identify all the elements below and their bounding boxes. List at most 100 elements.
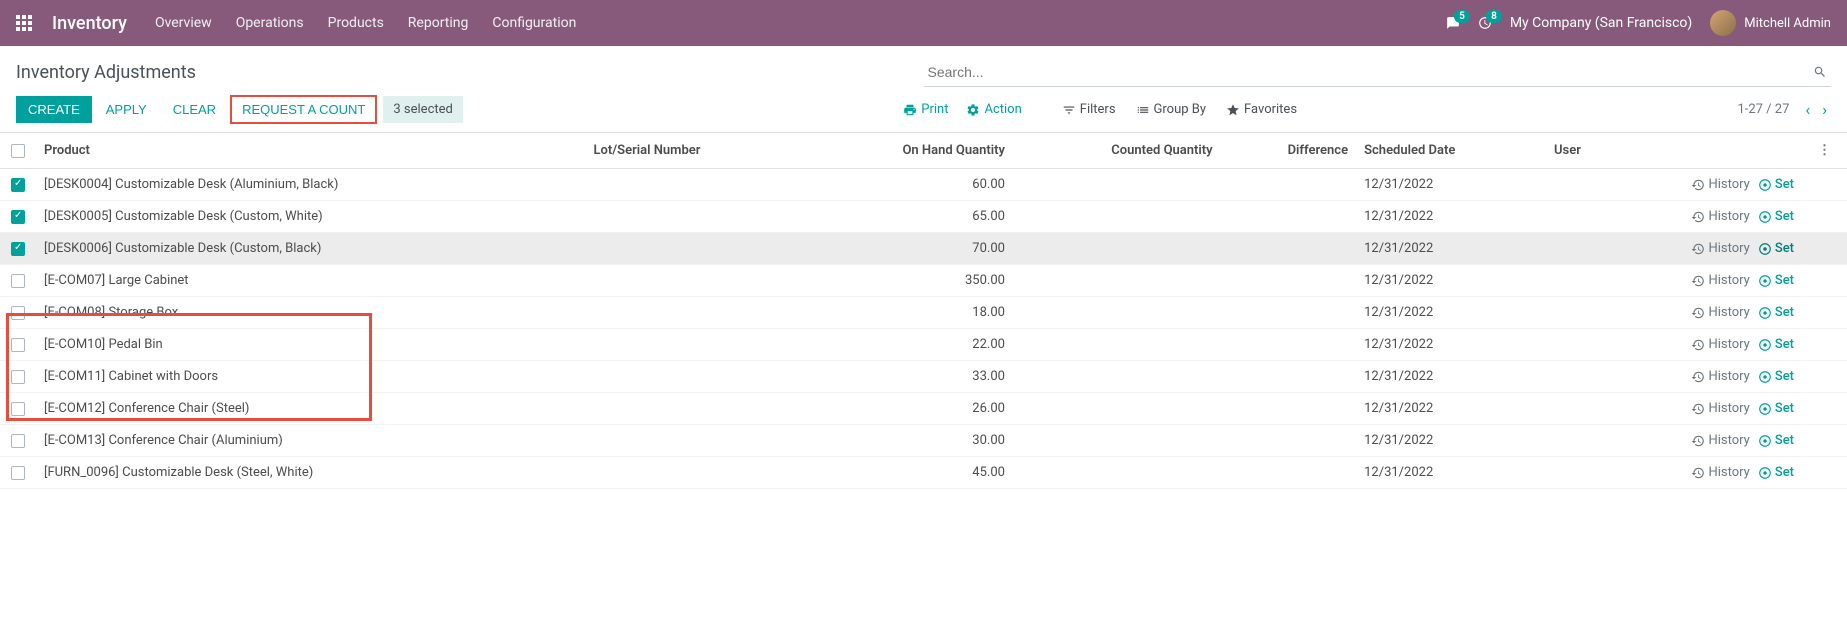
action-button[interactable]: Action — [966, 102, 1021, 117]
cell-product[interactable]: [E-COM10] Pedal Bin — [36, 329, 585, 361]
apps-icon[interactable] — [16, 15, 32, 31]
cell-user[interactable] — [1546, 393, 1622, 425]
row-checkbox[interactable] — [11, 210, 25, 224]
table-row[interactable]: [E-COM12] Conference Chair (Steel) 26.00… — [0, 393, 1847, 425]
cell-onhand[interactable]: 350.00 — [803, 265, 1013, 297]
cell-difference[interactable] — [1221, 297, 1356, 329]
groupby-button[interactable]: Group By — [1136, 102, 1207, 117]
cell-difference[interactable] — [1221, 425, 1356, 457]
header-onhand[interactable]: On Hand Quantity — [803, 133, 1013, 169]
cell-counted[interactable] — [1013, 233, 1221, 265]
cell-scheduled[interactable]: 12/31/2022 — [1356, 393, 1546, 425]
cell-product[interactable]: [DESK0004] Customizable Desk (Aluminium,… — [36, 169, 585, 201]
request-count-button[interactable]: REQUEST A COUNT — [230, 95, 377, 124]
cell-lot[interactable] — [585, 233, 803, 265]
set-button[interactable]: Set — [1758, 273, 1794, 288]
cell-product[interactable]: [E-COM11] Cabinet with Doors — [36, 361, 585, 393]
header-counted[interactable]: Counted Quantity — [1013, 133, 1221, 169]
cell-lot[interactable] — [585, 297, 803, 329]
row-checkbox[interactable] — [11, 466, 25, 480]
cell-counted[interactable] — [1013, 457, 1221, 489]
history-button[interactable]: History — [1691, 433, 1749, 448]
cell-user[interactable] — [1546, 201, 1622, 233]
cell-lot[interactable] — [585, 457, 803, 489]
cell-onhand[interactable]: 65.00 — [803, 201, 1013, 233]
cell-product[interactable]: [E-COM07] Large Cabinet — [36, 265, 585, 297]
cell-onhand[interactable]: 45.00 — [803, 457, 1013, 489]
set-button[interactable]: Set — [1758, 241, 1794, 256]
header-lot[interactable]: Lot/Serial Number — [585, 133, 803, 169]
set-button[interactable]: Set — [1758, 401, 1794, 416]
cell-onhand[interactable]: 30.00 — [803, 425, 1013, 457]
cell-lot[interactable] — [585, 329, 803, 361]
cell-user[interactable] — [1546, 457, 1622, 489]
cell-scheduled[interactable]: 12/31/2022 — [1356, 201, 1546, 233]
cell-product[interactable]: [DESK0005] Customizable Desk (Custom, Wh… — [36, 201, 585, 233]
select-all-checkbox[interactable] — [11, 144, 25, 158]
cell-user[interactable] — [1546, 425, 1622, 457]
header-user[interactable]: User — [1546, 133, 1622, 169]
history-button[interactable]: History — [1691, 369, 1749, 384]
history-button[interactable]: History — [1691, 305, 1749, 320]
history-button[interactable]: History — [1691, 177, 1749, 192]
cell-user[interactable] — [1546, 329, 1622, 361]
favorites-button[interactable]: Favorites — [1226, 102, 1297, 117]
cell-onhand[interactable]: 60.00 — [803, 169, 1013, 201]
nav-menu-configuration[interactable]: Configuration — [492, 15, 576, 31]
cell-user[interactable] — [1546, 169, 1622, 201]
row-checkbox[interactable] — [11, 306, 25, 320]
table-row[interactable]: [E-COM07] Large Cabinet 350.00 12/31/202… — [0, 265, 1847, 297]
cell-scheduled[interactable]: 12/31/2022 — [1356, 329, 1546, 361]
cell-onhand[interactable]: 70.00 — [803, 233, 1013, 265]
pager-next[interactable]: › — [1818, 96, 1831, 123]
cell-product[interactable]: [E-COM12] Conference Chair (Steel) — [36, 393, 585, 425]
cell-scheduled[interactable]: 12/31/2022 — [1356, 169, 1546, 201]
row-checkbox[interactable] — [11, 274, 25, 288]
table-row[interactable]: [DESK0005] Customizable Desk (Custom, Wh… — [0, 201, 1847, 233]
set-button[interactable]: Set — [1758, 209, 1794, 224]
filters-button[interactable]: Filters — [1062, 102, 1116, 117]
cell-counted[interactable] — [1013, 393, 1221, 425]
cell-difference[interactable] — [1221, 265, 1356, 297]
header-difference[interactable]: Difference — [1221, 133, 1356, 169]
pager-text[interactable]: 1-27 / 27 — [1737, 102, 1789, 117]
set-button[interactable]: Set — [1758, 305, 1794, 320]
cell-scheduled[interactable]: 12/31/2022 — [1356, 361, 1546, 393]
cell-lot[interactable] — [585, 393, 803, 425]
nav-menu-overview[interactable]: Overview — [155, 15, 212, 31]
cell-onhand[interactable]: 26.00 — [803, 393, 1013, 425]
set-button[interactable]: Set — [1758, 369, 1794, 384]
cell-difference[interactable] — [1221, 169, 1356, 201]
cell-scheduled[interactable]: 12/31/2022 — [1356, 457, 1546, 489]
cell-difference[interactable] — [1221, 233, 1356, 265]
nav-menu-products[interactable]: Products — [328, 15, 384, 31]
cell-lot[interactable] — [585, 361, 803, 393]
history-button[interactable]: History — [1691, 209, 1749, 224]
nav-menu-operations[interactable]: Operations — [236, 15, 304, 31]
cell-counted[interactable] — [1013, 297, 1221, 329]
table-row[interactable]: [E-COM08] Storage Box 18.00 12/31/2022 H… — [0, 297, 1847, 329]
history-button[interactable]: History — [1691, 241, 1749, 256]
cell-user[interactable] — [1546, 297, 1622, 329]
kebab-icon[interactable]: ⋮ — [1810, 143, 1839, 158]
cell-counted[interactable] — [1013, 201, 1221, 233]
set-button[interactable]: Set — [1758, 465, 1794, 480]
cell-counted[interactable] — [1013, 265, 1221, 297]
cell-scheduled[interactable]: 12/31/2022 — [1356, 233, 1546, 265]
history-button[interactable]: History — [1691, 401, 1749, 416]
company-selector[interactable]: My Company (San Francisco) — [1510, 15, 1692, 31]
table-row[interactable]: [DESK0006] Customizable Desk (Custom, Bl… — [0, 233, 1847, 265]
header-product[interactable]: Product — [36, 133, 585, 169]
cell-lot[interactable] — [585, 201, 803, 233]
activities-icon[interactable]: 8 — [1478, 16, 1492, 31]
user-menu[interactable]: Mitchell Admin — [1710, 10, 1831, 36]
print-button[interactable]: Print — [903, 102, 948, 117]
apply-button[interactable]: APPLY — [94, 96, 159, 123]
cell-user[interactable] — [1546, 265, 1622, 297]
cell-difference[interactable] — [1221, 457, 1356, 489]
search-input[interactable] — [924, 58, 1810, 86]
cell-scheduled[interactable]: 12/31/2022 — [1356, 265, 1546, 297]
cell-scheduled[interactable]: 12/31/2022 — [1356, 425, 1546, 457]
cell-lot[interactable] — [585, 265, 803, 297]
set-button[interactable]: Set — [1758, 177, 1794, 192]
